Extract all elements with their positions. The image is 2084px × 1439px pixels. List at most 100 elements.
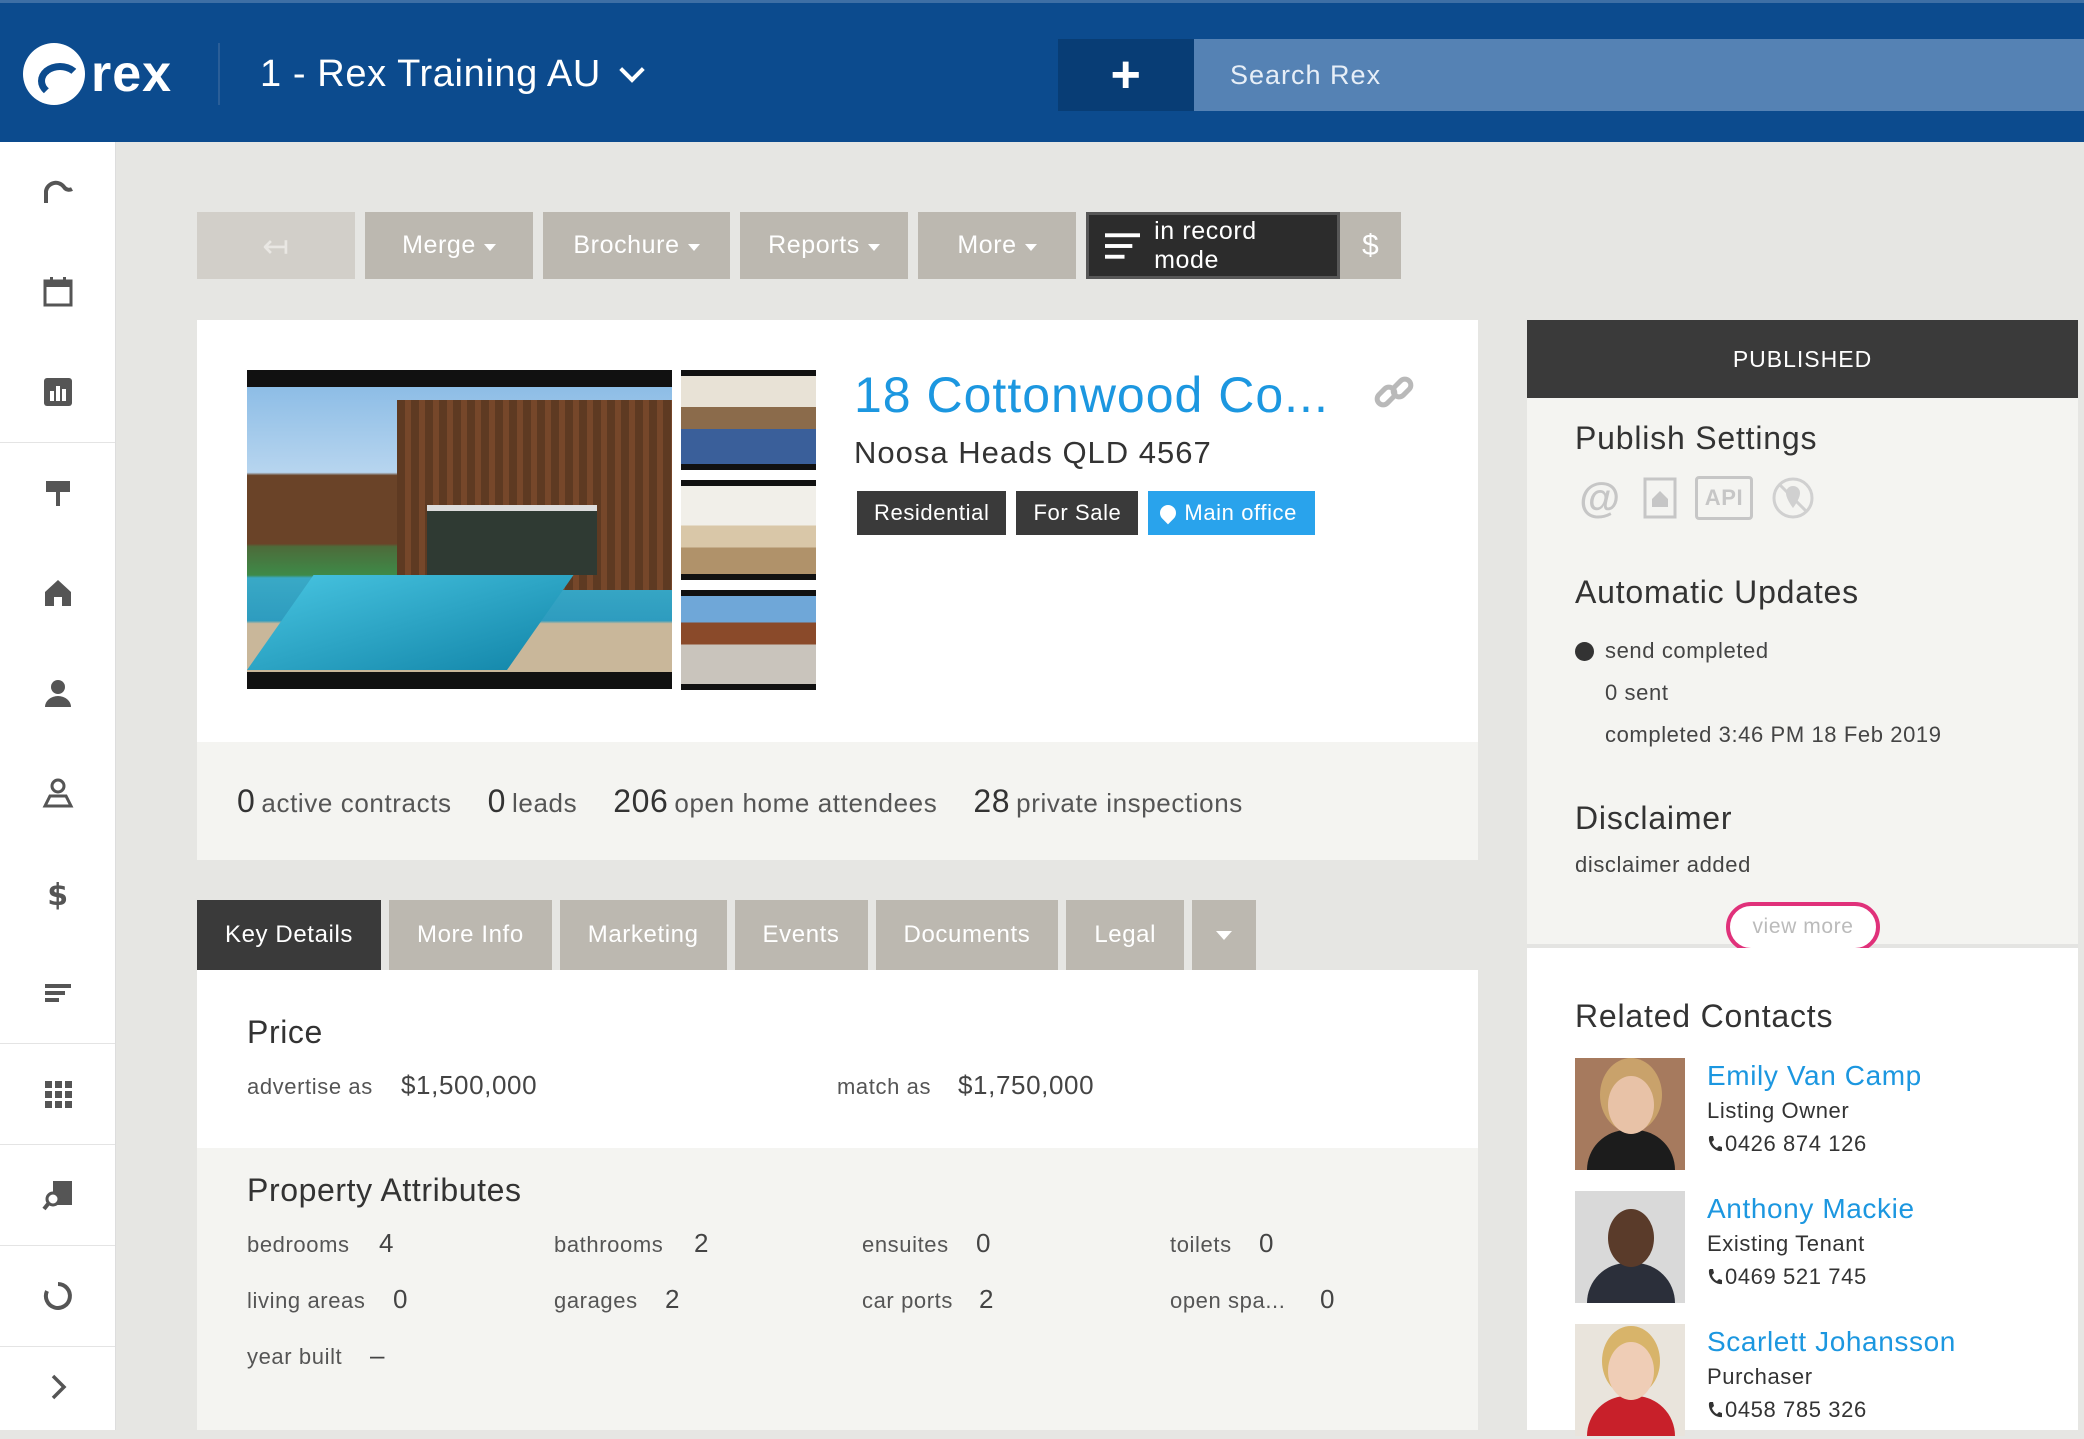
view-more-button[interactable]: view more — [1726, 902, 1880, 952]
dollar-icon: $ — [47, 878, 68, 910]
sidebar-item-activity[interactable] — [0, 1246, 115, 1346]
stat-active-contracts[interactable]: 0 active contracts — [237, 783, 452, 820]
published-status-bar[interactable]: PUBLISHED — [1527, 320, 2078, 398]
add-button[interactable]: + — [1058, 39, 1194, 111]
attr-year-built-value[interactable]: – — [370, 1340, 385, 1371]
status-dot-icon — [1575, 642, 1594, 661]
tab-key-details[interactable]: Key Details — [197, 900, 381, 970]
attr-year-built-label: year built — [247, 1344, 343, 1369]
back-arrow-icon: ↤ — [262, 227, 290, 264]
link-icon[interactable] — [1372, 372, 1416, 416]
attr-garages-value[interactable]: 2 — [665, 1284, 680, 1315]
contact-name[interactable]: Emily Van Camp — [1707, 1060, 1922, 1092]
tab-documents[interactable]: Documents — [875, 900, 1059, 970]
back-button[interactable]: ↤ — [197, 212, 355, 279]
attr-open-spaces-value[interactable]: 0 — [1320, 1284, 1335, 1315]
attr-living-areas-value[interactable]: 0 — [393, 1284, 408, 1315]
sidebar-item-listings-sign[interactable] — [0, 443, 115, 543]
avatar[interactable] — [1575, 1191, 1685, 1303]
stat-number: 0 — [237, 782, 256, 819]
listing-title[interactable]: 18 Cottonwood Co... — [854, 366, 1329, 424]
contact-card[interactable]: Scarlett Johansson Purchaser 0458 785 32… — [1575, 1324, 1975, 1439]
stat-private-inspections[interactable]: 28 private inspections — [973, 783, 1243, 820]
avatar-face — [1608, 1209, 1654, 1267]
contact-phone[interactable]: 0426 874 126 — [1707, 1131, 1867, 1157]
contact-phone[interactable]: 0469 521 745 — [1707, 1264, 1867, 1290]
more-button[interactable]: More — [918, 212, 1076, 279]
tab-more-info[interactable]: More Info — [388, 900, 552, 970]
match-value[interactable]: $1,750,000 — [958, 1070, 1094, 1101]
attr-toilets-value[interactable]: 0 — [1259, 1228, 1274, 1259]
merge-label: Merge — [402, 231, 476, 259]
stat-open-home-attendees[interactable]: 206 open home attendees — [613, 783, 937, 820]
sidebar-item-map-contacts[interactable] — [0, 743, 115, 843]
house-icon — [44, 580, 71, 606]
sidebar-item-lists[interactable] — [0, 943, 115, 1043]
map-contact-icon — [42, 778, 73, 808]
stat-number: 28 — [973, 782, 1011, 819]
sidebar-item-contacts[interactable] — [0, 643, 115, 743]
match-label: match as — [837, 1074, 932, 1099]
tag-residential: Residential — [857, 491, 1007, 535]
list-lines-icon — [1105, 232, 1141, 259]
sidebar-item-finance[interactable]: $ — [0, 843, 115, 943]
brochure-button[interactable]: Brochure — [543, 212, 730, 279]
logo-text: rex — [91, 45, 173, 103]
attr-bedrooms-value[interactable]: 4 — [379, 1228, 394, 1259]
rex-home-icon — [43, 180, 73, 203]
location-pin-icon — [1157, 501, 1180, 525]
search-input[interactable] — [1194, 39, 2084, 111]
api-publish-icon[interactable]: API — [1695, 476, 1753, 520]
sidebar-item-properties[interactable] — [0, 543, 115, 643]
rex-logo[interactable]: rex — [23, 43, 172, 105]
related-contacts-heading: Related Contacts — [1575, 998, 1834, 1034]
main-property-photo[interactable] — [247, 370, 672, 689]
tag-for-sale: For Sale — [1016, 491, 1139, 535]
thumbnail-photo[interactable] — [681, 590, 816, 690]
account-name: 1 - Rex Training AU — [260, 53, 601, 95]
attr-bedrooms-label: bedrooms — [247, 1232, 350, 1257]
stat-label: leads — [512, 787, 578, 818]
stat-leads[interactable]: 0 leads — [488, 783, 578, 820]
attr-car-ports-value[interactable]: 2 — [979, 1284, 994, 1315]
contact-name[interactable]: Scarlett Johansson — [1707, 1326, 1956, 1358]
email-publish-icon[interactable]: @ — [1575, 474, 1625, 521]
thumbnail-photo[interactable] — [681, 370, 816, 470]
tab-events[interactable]: Events — [734, 900, 868, 970]
contact-card[interactable]: Anthony Mackie Existing Tenant 0469 521 … — [1575, 1191, 1975, 1306]
thumb-scene — [681, 486, 816, 574]
attr-bathrooms-value[interactable]: 2 — [694, 1228, 709, 1259]
phone-icon — [1708, 1136, 1722, 1152]
thumbnail-photo[interactable] — [681, 480, 816, 580]
merge-button[interactable]: Merge — [365, 212, 533, 279]
contact-name[interactable]: Anthony Mackie — [1707, 1193, 1915, 1225]
dollar-button[interactable]: $ — [1340, 212, 1402, 279]
tab-marketing[interactable]: Marketing — [559, 900, 727, 970]
account-switcher[interactable]: 1 - Rex Training AU — [260, 53, 645, 96]
thumb-scene — [681, 376, 816, 464]
sidebar-expand[interactable] — [0, 1347, 115, 1427]
avatar-face — [1608, 1342, 1654, 1400]
contact-phone[interactable]: 0458 785 326 — [1707, 1397, 1867, 1423]
portal-publish-icon[interactable] — [1643, 477, 1677, 519]
reports-button[interactable]: Reports — [740, 212, 908, 279]
sidebar-item-home[interactable] — [0, 142, 115, 242]
avatar[interactable] — [1575, 1058, 1685, 1170]
publish-icons: @ API — [1575, 474, 1815, 521]
attr-ensuites-value[interactable]: 0 — [976, 1228, 991, 1259]
tab-legal[interactable]: Legal — [1066, 900, 1185, 970]
advertise-value[interactable]: $1,500,000 — [401, 1070, 537, 1101]
more-label: More — [957, 231, 1017, 259]
record-mode-button[interactable]: in record mode — [1086, 212, 1340, 279]
sidebar-item-search-property[interactable] — [0, 1145, 115, 1245]
location-disabled-icon[interactable] — [1771, 476, 1815, 520]
contact-role: Existing Tenant — [1707, 1231, 1865, 1256]
attr-toilets-label: toilets — [1170, 1232, 1232, 1257]
avatar[interactable] — [1575, 1324, 1685, 1436]
contact-card[interactable]: Emily Van Camp Listing Owner 0426 874 12… — [1575, 1058, 1975, 1173]
sidebar-item-calendar[interactable] — [0, 242, 115, 342]
sidebar-item-reports[interactable] — [0, 342, 115, 442]
tab-more-dropdown[interactable] — [1192, 900, 1257, 970]
publish-settings-heading: Publish Settings — [1575, 420, 1818, 456]
sidebar-item-apps[interactable] — [0, 1044, 115, 1144]
